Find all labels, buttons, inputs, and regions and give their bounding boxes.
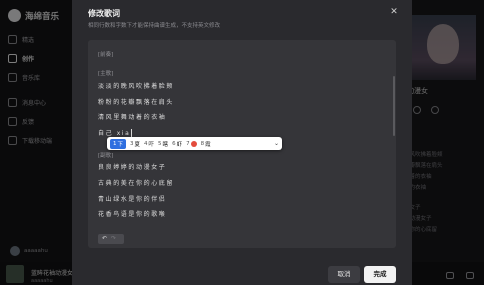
lyric-line[interactable]: 古典的美在你的心底留	[98, 178, 174, 187]
active-lyric-line[interactable]: 自己 xia	[98, 128, 133, 137]
chevron-down-icon[interactable]: ⌄	[274, 140, 279, 147]
ime-candidate[interactable]: 6虾	[172, 140, 182, 148]
lyric-line[interactable]: 粉粉的花瓣飘落在肩头	[98, 97, 174, 106]
lyric-line[interactable]: 青山绿水是你的伴侣	[98, 194, 166, 203]
dialog-hint: 相同行数和字数下才能保持曲谱生成，不支持英文修改	[88, 23, 221, 29]
close-icon[interactable]: ✕	[389, 7, 399, 17]
editor-scrollbar[interactable]	[393, 76, 395, 136]
lyric-line[interactable]: 淡淡的晚风吹拂着脸颊	[98, 81, 174, 90]
section-tag-chorus: [副歌]	[98, 153, 114, 159]
cancel-button[interactable]: 取消	[328, 266, 360, 283]
emoji-icon	[190, 140, 197, 147]
lyric-line[interactable]: 花香鸟语是你的歌喉	[98, 209, 166, 218]
ime-candidate[interactable]: 1下	[110, 138, 127, 149]
ime-candidate[interactable]: 4吓	[144, 140, 154, 148]
ime-candidate[interactable]: 5瞎	[158, 140, 168, 148]
undo-icon[interactable]: ↶	[102, 236, 107, 242]
lyric-line[interactable]: 良良婷婷的动漫女子	[98, 162, 166, 171]
ime-candidate[interactable]: 3夏	[130, 140, 140, 148]
section-tag-prelude: [前奏]	[98, 52, 114, 58]
dialog-title: 修改歌词	[88, 9, 120, 18]
undo-redo-bar: ↶ ↷	[98, 234, 124, 244]
ime-candidate[interactable]: 8霞	[201, 140, 211, 148]
app-window: 海绵音乐 精选 创作 音乐库 消息中心 反馈 下载移动端 aaaaahu 动漫女…	[0, 0, 484, 285]
done-button[interactable]: 完成	[364, 266, 396, 283]
section-tag-verse: [主歌]	[98, 71, 114, 77]
ime-composition-text: 自己 xia	[98, 130, 131, 137]
ime-candidate[interactable]: 7	[186, 140, 197, 147]
redo-icon[interactable]: ↷	[111, 236, 116, 242]
text-caret	[131, 128, 133, 137]
ime-candidate-bar: 1下 3夏 4吓 5瞎 6虾 7 8霞 ⌄	[107, 137, 282, 150]
lyric-line[interactable]: 清风里舞动着的衣袖	[98, 112, 166, 121]
